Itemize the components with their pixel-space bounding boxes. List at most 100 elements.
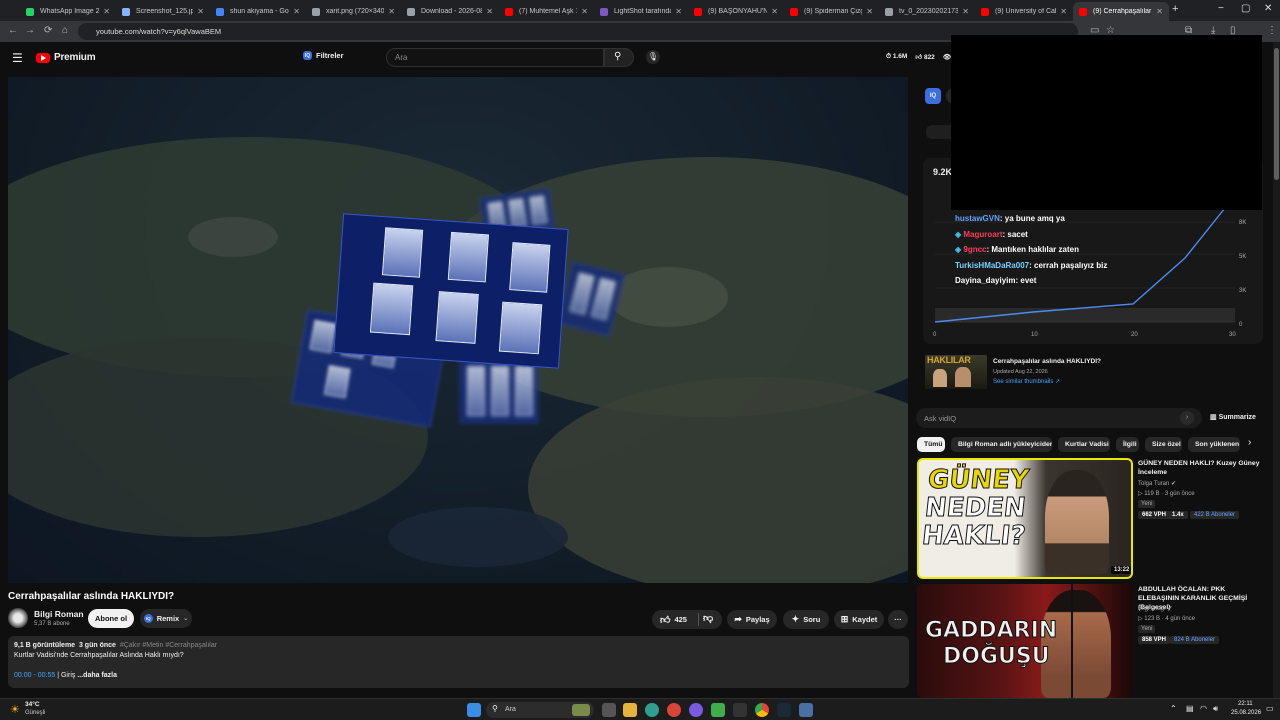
tab-close-icon[interactable]: ✕ — [771, 7, 778, 16]
like-button[interactable]: 👍︎ 425 👎︎ — [652, 610, 722, 629]
browser-tab[interactable]: tv_0_20230202173857✕ — [879, 2, 975, 21]
network-icon[interactable]: ▤ — [1186, 704, 1194, 713]
forward-icon[interactable]: → — [25, 25, 35, 36]
tab-close-icon[interactable]: ✕ — [962, 7, 969, 16]
app-icon[interactable] — [689, 703, 703, 717]
browser-tab[interactable]: shun akiyama - Googl ✕ — [210, 2, 306, 21]
app-icon[interactable] — [711, 703, 725, 717]
description-box[interactable]: 9,1 B görüntüleme 3 gün önce #Çakır #Met… — [8, 636, 909, 688]
filter-chip[interactable]: İlgili — [1116, 437, 1139, 452]
remix-button[interactable]: IQ Remix ⌄ — [140, 609, 192, 628]
tab-close-icon[interactable]: ✕ — [675, 7, 682, 16]
channel-name[interactable]: Bilgi Roman — [34, 609, 84, 619]
tab-close-icon[interactable]: ✕ — [103, 7, 110, 16]
search-button[interactable]: ⚲ — [604, 48, 634, 67]
tab-close-icon[interactable]: ✕ — [197, 7, 204, 16]
app-icon[interactable] — [667, 703, 681, 717]
subscribe-button[interactable]: Abone ol — [88, 609, 134, 628]
chapter-timestamp[interactable]: 00:00 - 00:55 — [14, 672, 55, 679]
send-arrow-icon[interactable]: › — [1180, 411, 1194, 425]
recommendation-title[interactable]: GÜNEY NEDEN HAKLI? Kuzey Güney İnceleme — [1138, 459, 1264, 477]
clock-time[interactable]: 22:11 — [1238, 701, 1253, 707]
tab-close-icon[interactable]: ✕ — [293, 7, 300, 16]
search-input[interactable]: Ara — [386, 48, 604, 67]
browser-tab[interactable]: (9) BAŞONYAHU'NUN✕ — [688, 2, 784, 21]
save-button[interactable]: ⊞ Kaydet — [834, 610, 884, 629]
chat-username[interactable]: Maguroart — [963, 230, 1002, 239]
tab-close-icon[interactable]: ✕ — [1156, 7, 1163, 16]
browser-tab[interactable]: (9) Spiderman Çizgi Fil ✕ — [784, 2, 879, 21]
browser-tab[interactable]: xarit.png (720×340) ✕ — [306, 2, 401, 21]
steam-icon[interactable] — [777, 703, 791, 717]
wifi-icon[interactable]: ◠ — [1200, 704, 1207, 713]
browser-tab[interactable]: WhatsApp Image 2026✕ — [20, 2, 116, 21]
vidiq-logo-icon[interactable]: IQ — [925, 88, 941, 104]
weather-icon[interactable]: ☀ — [10, 703, 20, 716]
vidiq-filter-button[interactable]: IQ Filtreler — [303, 51, 344, 60]
chat-username[interactable]: Dayina_dayiyim — [955, 276, 1015, 285]
chrome-icon[interactable] — [755, 703, 769, 717]
app-icon[interactable] — [799, 703, 813, 717]
tab-close-icon[interactable]: ✕ — [1060, 7, 1067, 16]
filter-chip[interactable]: Bilgi Roman adlı yükleyiciden — [951, 437, 1052, 452]
chat-username[interactable]: TurkisHMaDaRa007 — [955, 261, 1029, 270]
filter-chip[interactable]: Son yüklenen — [1188, 437, 1240, 452]
chevron-right-icon[interactable]: › — [1248, 437, 1251, 448]
browser-tab[interactable]: LightShot tarafından B✕ — [594, 2, 688, 21]
taskbar-search[interactable]: ⚲ Ara — [486, 702, 594, 718]
chat-username[interactable]: 9gncc — [963, 245, 986, 254]
back-icon[interactable]: ← — [8, 25, 18, 36]
vidiq-thumbnail[interactable]: HAKLILAR — [925, 355, 987, 389]
recommendation-channel[interactable]: Tolga Turan ✔ — [1138, 480, 1176, 487]
summarize-button[interactable]: ▥ Summarize — [1210, 413, 1256, 421]
reload-icon[interactable]: ⟳ — [44, 25, 52, 36]
recommendation-stats: ▷ 119 B · 3 gün önce — [1138, 491, 1195, 497]
video-player[interactable] — [8, 77, 908, 583]
tab-close-icon[interactable]: ✕ — [581, 7, 588, 16]
filter-chip[interactable]: Size özel — [1145, 437, 1182, 452]
channel-avatar[interactable] — [8, 608, 28, 628]
youtube-logo[interactable]: Premium — [36, 52, 96, 63]
clock-date[interactable]: 25.08.2026 — [1231, 710, 1261, 716]
new-tab-button[interactable]: + — [1172, 3, 1178, 15]
chat-username[interactable]: hustawGVN — [955, 214, 1000, 223]
recommendation-thumbnail[interactable]: GADDARIN DOĞUŞU — [917, 584, 1133, 698]
hamburger-menu-icon[interactable]: ☰ — [12, 51, 23, 65]
thumbs-down-icon[interactable]: 👎︎ — [703, 612, 713, 624]
file-explorer-icon[interactable] — [623, 703, 637, 717]
tray-chevron-icon[interactable]: ⌃ — [1170, 704, 1177, 713]
tab-close-icon[interactable]: ✕ — [486, 7, 493, 16]
filter-chip[interactable]: Tümü — [917, 437, 945, 452]
browser-tab[interactable]: Download - 2026-08- ✕ — [401, 2, 499, 21]
notification-icon[interactable]: ▭ — [1266, 704, 1274, 713]
more-actions-button[interactable]: ··· — [888, 610, 908, 629]
volume-icon[interactable]: 🔊︎ — [1213, 704, 1218, 714]
tab-close-icon[interactable]: ✕ — [388, 7, 395, 16]
browser-tab[interactable]: (9) University of Califo✕ — [975, 2, 1073, 21]
close-window-button[interactable]: ✕ — [1264, 3, 1272, 14]
recommendation-thumbnail[interactable]: GÜNEY NEDEN HAKLI? 13:22 — [917, 458, 1133, 579]
terminal-icon[interactable] — [733, 703, 747, 717]
filter-chip[interactable]: Kurtlar Vadisi — [1058, 437, 1110, 452]
app-icon[interactable] — [645, 703, 659, 717]
tab-close-icon[interactable]: ✕ — [866, 7, 873, 16]
windows-start-icon[interactable] — [467, 703, 481, 717]
menu-dots-icon[interactable]: ⋮ — [1267, 25, 1277, 36]
ask-button[interactable]: ✦ Soru — [783, 610, 829, 629]
browser-tab[interactable]: (7) Muhtemel Aşk 11. B ✕ — [499, 2, 594, 21]
scrollbar-thumb[interactable] — [1274, 48, 1279, 180]
minimize-button[interactable]: − — [1218, 3, 1224, 14]
share-button[interactable]: ➦ Paylaş — [727, 610, 777, 629]
recommendation-channel[interactable]: Bilgi Otağı ✔ — [1138, 605, 1172, 612]
browser-tab[interactable]: (9) Cerrahpaşalılar asl ✕ — [1073, 2, 1169, 21]
show-more-link[interactable]: ...daha fazla — [77, 672, 117, 679]
maximize-button[interactable]: ▢ — [1241, 3, 1250, 14]
similar-thumbnails-link[interactable]: See similar thumbnails ↗ — [993, 378, 1060, 385]
ask-vidiq-input[interactable]: Ask vidIQ › — [916, 408, 1202, 428]
home-icon[interactable]: ⌂ — [62, 25, 68, 36]
hashtags[interactable]: #Çakır #Metin #Cerrahpaşalılar — [120, 642, 217, 649]
task-view-icon[interactable] — [602, 703, 616, 717]
browser-tab[interactable]: Screenshot_125.jpg (6✕ — [116, 2, 210, 21]
voice-search-icon[interactable]: 🎙︎ — [646, 50, 660, 64]
url-input[interactable]: youtube.com/watch?v=y6qlVawaBEM — [78, 23, 1078, 40]
